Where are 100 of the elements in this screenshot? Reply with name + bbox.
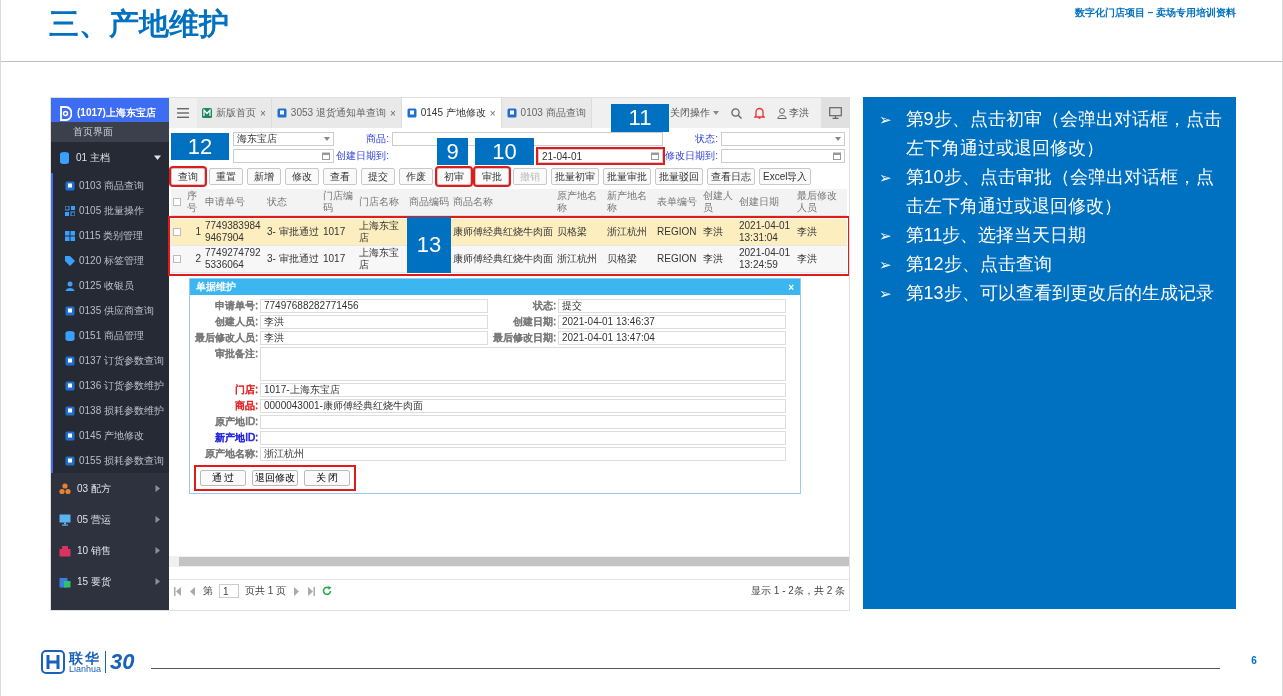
toolbar-button[interactable]: Excel导入: [759, 168, 812, 185]
calendar-icon[interactable]: [322, 152, 330, 160]
tab[interactable]: 0103 商品查询: [501, 98, 592, 128]
sidebar-group[interactable]: 01 主档: [51, 142, 169, 173]
date-field[interactable]: 21-04-01: [538, 149, 663, 163]
column-header[interactable]: 表单编号: [655, 189, 701, 215]
sidebar-item[interactable]: 首页界面: [51, 122, 169, 142]
caret-icon[interactable]: [835, 137, 841, 141]
sidebar-item[interactable]: 0120 标签管理: [53, 248, 169, 273]
toolbar-button[interactable]: 初审: [437, 168, 471, 185]
input-field[interactable]: 浙江杭州: [260, 447, 786, 461]
store-select[interactable]: 海东宝店: [233, 132, 334, 146]
sidebar-item[interactable]: 0135 供应商查询: [53, 298, 169, 323]
checkbox[interactable]: [173, 198, 181, 206]
field-label: 状态:: [694, 132, 719, 146]
tab[interactable]: 新版首页 ×: [197, 98, 272, 128]
sidebar-item[interactable]: 0155 损耗参数查询: [53, 448, 169, 473]
column-header[interactable]: 创建人员: [701, 189, 737, 215]
input-field[interactable]: [260, 415, 786, 429]
input-field[interactable]: 2021-04-01 13:47:04: [558, 331, 786, 345]
toolbar-button[interactable]: 批量审批: [603, 168, 651, 185]
caret-icon[interactable]: [713, 111, 719, 115]
search-icon[interactable]: [731, 107, 742, 119]
column-header[interactable]: 申请单号: [203, 189, 265, 215]
column-header[interactable]: 状态: [265, 189, 321, 215]
column-header[interactable]: 最后修改人员: [795, 189, 845, 215]
tab[interactable]: 0145 产地修改 ×: [401, 98, 502, 128]
toolbar-button[interactable]: 重置: [209, 168, 243, 185]
input-field[interactable]: [260, 431, 786, 445]
toolbar-button[interactable]: 批量驳回: [655, 168, 703, 185]
sidebar-group[interactable]: 15 要货: [51, 566, 169, 597]
input-field[interactable]: 1017-上海东宝店: [260, 383, 786, 397]
dialog-button[interactable]: 退回修改: [252, 470, 298, 486]
close-menu[interactable]: 关闭操作: [670, 106, 710, 120]
calendar-icon[interactable]: [833, 152, 841, 160]
column-header[interactable]: 序号: [185, 189, 203, 215]
toolbar-button[interactable]: 查看: [323, 168, 357, 185]
sidebar-group[interactable]: 05 营运: [51, 504, 169, 535]
screen-button[interactable]: [821, 98, 849, 128]
caret-icon[interactable]: [324, 137, 330, 141]
status-select[interactable]: [721, 132, 845, 146]
sidebar-item[interactable]: 0151 商品管理: [53, 323, 169, 348]
close-icon[interactable]: ×: [260, 107, 266, 119]
column-header[interactable]: 门店编码: [321, 189, 357, 215]
column-header[interactable]: 商品名称: [451, 189, 555, 215]
next-page-icon[interactable]: [292, 586, 302, 596]
calendar-icon[interactable]: [651, 152, 659, 160]
dialog-button[interactable]: 关 闭: [304, 470, 350, 486]
toolbar-button[interactable]: 查看日志: [707, 168, 755, 185]
checkbox[interactable]: [173, 255, 181, 263]
toolbar-button[interactable]: 新增: [247, 168, 281, 185]
first-page-icon[interactable]: [173, 586, 182, 596]
grid-icon: [65, 205, 75, 216]
toolbar-button[interactable]: 审批: [475, 168, 509, 185]
column-header[interactable]: 门店名称: [357, 189, 407, 215]
refresh-icon[interactable]: [322, 586, 333, 596]
sidebar-item[interactable]: 0137 订货参数查询: [53, 348, 169, 373]
sidebar-item[interactable]: 0138 损耗参数维护: [53, 398, 169, 423]
tab[interactable]: 3053 退货通知单查询 ×: [271, 98, 402, 128]
column-header[interactable]: 创建日期: [737, 189, 795, 215]
remark-field[interactable]: [260, 347, 786, 381]
input-field[interactable]: 0000043001-康师傅经典红烧牛肉面: [260, 399, 786, 413]
close-icon[interactable]: ×: [389, 107, 396, 119]
input-field[interactable]: 2021-04-01 13:46:37: [558, 315, 786, 329]
user-menu[interactable]: 李洪: [777, 106, 809, 120]
bell-icon[interactable]: [754, 107, 765, 119]
column-header[interactable]: 原产地名称: [555, 189, 605, 215]
sidebar-group[interactable]: 10 销售: [51, 535, 169, 566]
sidebar-item[interactable]: 0125 收银员: [53, 273, 169, 298]
table-cell: 贝格梁: [607, 253, 637, 265]
sidebar-item[interactable]: 0145 产地修改: [53, 423, 169, 448]
input-field[interactable]: 李洪: [260, 315, 488, 329]
sidebar-item[interactable]: 0136 订货参数维护: [53, 373, 169, 398]
page-input[interactable]: 1: [219, 584, 239, 598]
column-header[interactable]: 新产地名称: [605, 189, 655, 215]
toolbar-button[interactable]: 查询: [171, 168, 205, 185]
input-field[interactable]: 李洪: [260, 331, 488, 345]
toolbar-button[interactable]: 提交: [361, 168, 395, 185]
input-field[interactable]: 提交: [558, 299, 786, 313]
sidebar-item[interactable]: 0105 批量操作: [53, 198, 169, 223]
sidebar-item[interactable]: 0103 商品查询: [53, 173, 169, 198]
dialog-button[interactable]: 通 过: [200, 470, 246, 486]
column-header[interactable]: 商品编码: [407, 189, 451, 215]
input-field[interactable]: 77497688282771456: [260, 299, 488, 313]
toolbar-button[interactable]: 修改: [285, 168, 319, 185]
toolbar-button[interactable]: 批量初审: [551, 168, 599, 185]
toolbar-button[interactable]: 作废: [399, 168, 433, 185]
document-icon: [406, 108, 417, 118]
last-page-icon[interactable]: [307, 586, 317, 596]
step-text: 第12步、点击查询: [905, 253, 1052, 276]
date-field[interactable]: [233, 149, 334, 163]
menu-icon[interactable]: [177, 108, 189, 118]
sidebar-group[interactable]: 03 配方: [51, 473, 169, 504]
close-icon[interactable]: ×: [489, 107, 496, 119]
scrollbar[interactable]: [169, 556, 849, 567]
anniversary-mark: 30: [110, 649, 135, 675]
checkbox[interactable]: [173, 228, 181, 236]
previous-page-icon[interactable]: [188, 586, 197, 596]
sidebar-item[interactable]: 0115 类别管理: [53, 223, 169, 248]
date-field[interactable]: [721, 149, 845, 163]
